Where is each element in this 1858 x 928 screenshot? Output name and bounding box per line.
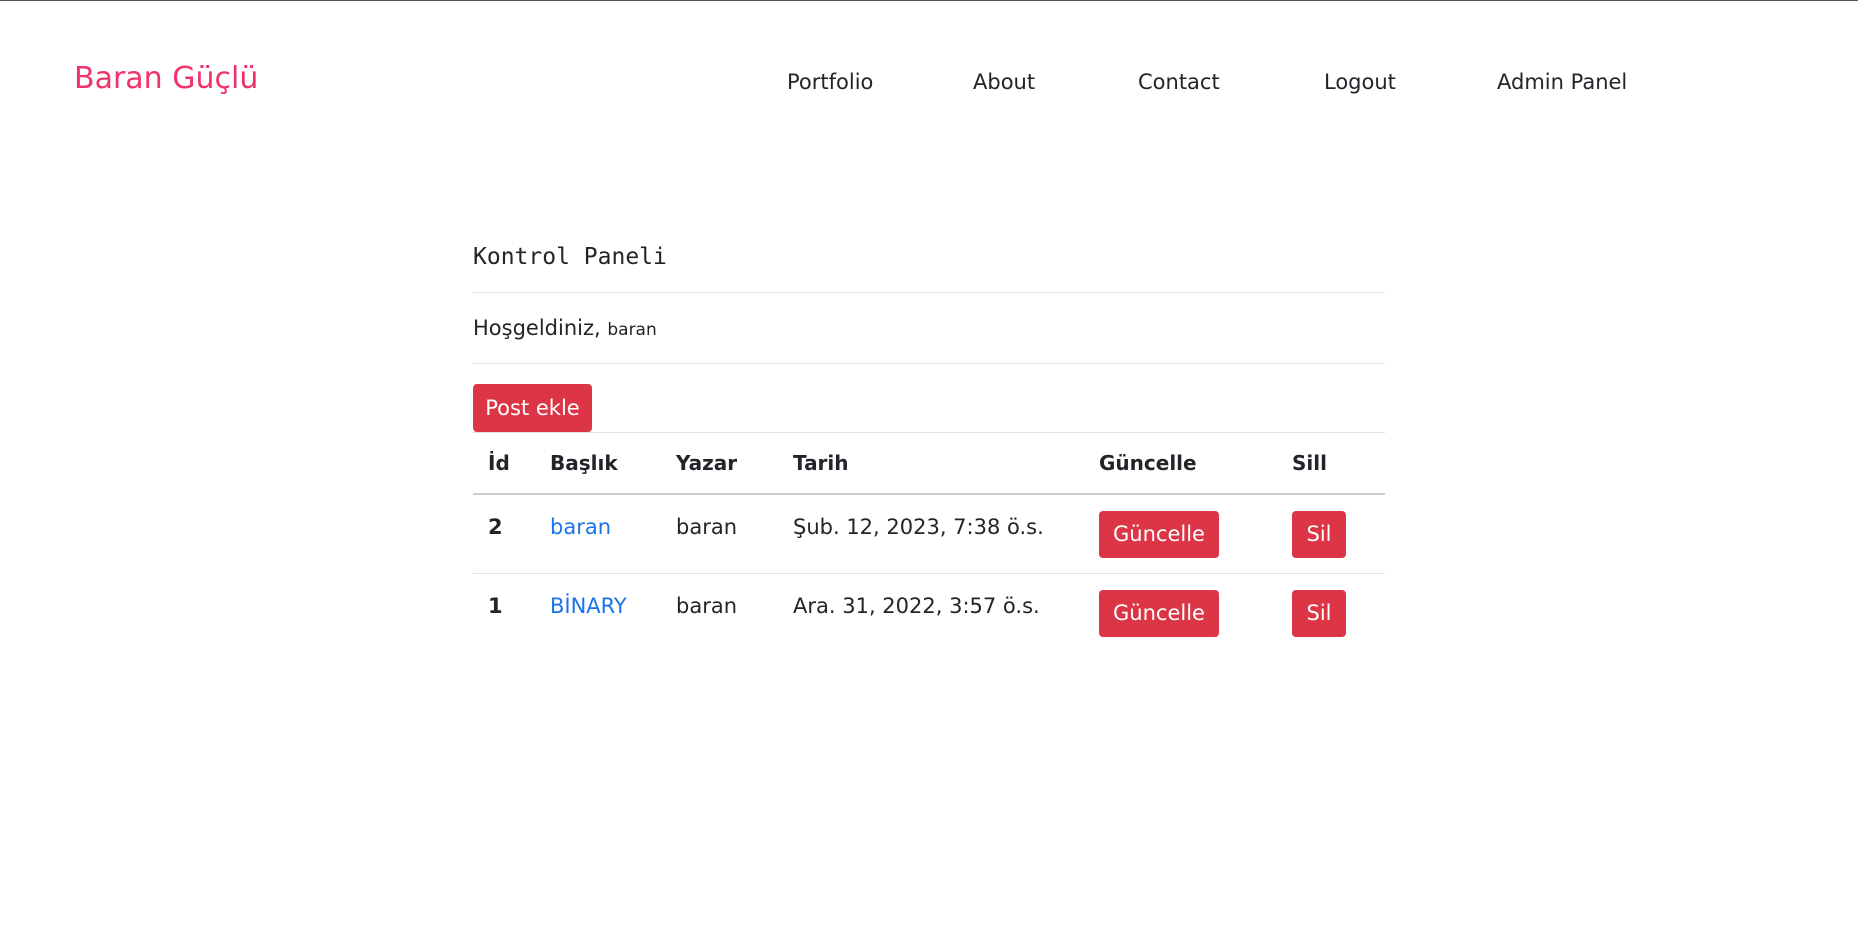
welcome-username: baran [607,320,657,340]
column-header-title: Başlık [535,432,661,495]
cell-update: Güncelle [1084,574,1277,653]
update-button[interactable]: Güncelle [1099,589,1219,637]
table-row: 2 baran baran Şub. 12, 2023, 7:38 ö.s. G… [473,494,1385,574]
post-title-link[interactable]: BİNARY [550,594,661,618]
cell-id: 1 [473,574,535,653]
cell-title: baran [535,494,661,574]
delete-button[interactable]: Sil [1292,589,1346,637]
update-button[interactable]: Güncelle [1099,510,1219,558]
post-author: baran [676,594,738,618]
cell-date: Ara. 31, 2022, 3:57 ö.s. [778,574,1084,653]
table-row: 1 BİNARY baran Ara. 31, 2022, 3:57 ö.s. … [473,574,1385,653]
welcome-text: Hoşgeldiniz, [473,316,601,340]
cell-id: 2 [473,494,535,574]
nav-contact[interactable]: Contact [1138,69,1220,96]
delete-button[interactable]: Sil [1292,510,1346,558]
page-title: Kontrol Paneli [473,244,667,270]
cell-delete: Sil [1277,574,1385,653]
cell-author: baran [661,494,778,574]
add-post-button[interactable]: Post ekle [473,384,592,432]
post-date: Şub. 12, 2023, 7:38 ö.s. [793,515,1044,539]
post-date: Ara. 31, 2022, 3:57 ö.s. [793,594,1040,618]
post-id: 2 [488,515,503,539]
post-author: baran [676,515,738,539]
welcome-message: Hoşgeldiniz, baran [473,293,1385,363]
nav-logout[interactable]: Logout [1324,69,1396,96]
nav-admin-panel[interactable]: Admin Panel [1497,69,1627,96]
cell-author: baran [661,574,778,653]
cell-delete: Sil [1277,494,1385,574]
post-title-link[interactable]: baran [550,515,661,539]
column-header-delete: Sill [1277,432,1385,495]
cell-update: Güncelle [1084,494,1277,574]
post-id: 1 [488,594,503,618]
column-header-author: Yazar [661,432,778,495]
nav-portfolio[interactable]: Portfolio [787,69,873,96]
brand-logo-link[interactable]: Baran Güçlü [74,59,258,98]
nav-about[interactable]: About [973,69,1035,96]
divider [473,363,1385,364]
cell-date: Şub. 12, 2023, 7:38 ö.s. [778,494,1084,574]
main-content: Kontrol Paneli Hoşgeldiniz, baran Post e… [473,243,1385,652]
column-header-update: Güncelle [1084,432,1277,495]
posts-table: İd Başlık Yazar Tarih Güncelle Sill 2 ba… [473,432,1385,652]
cell-title: BİNARY [535,574,661,653]
column-header-id: İd [473,432,535,495]
column-header-date: Tarih [778,432,1084,495]
table-header-row: İd Başlık Yazar Tarih Güncelle Sill [473,432,1385,495]
